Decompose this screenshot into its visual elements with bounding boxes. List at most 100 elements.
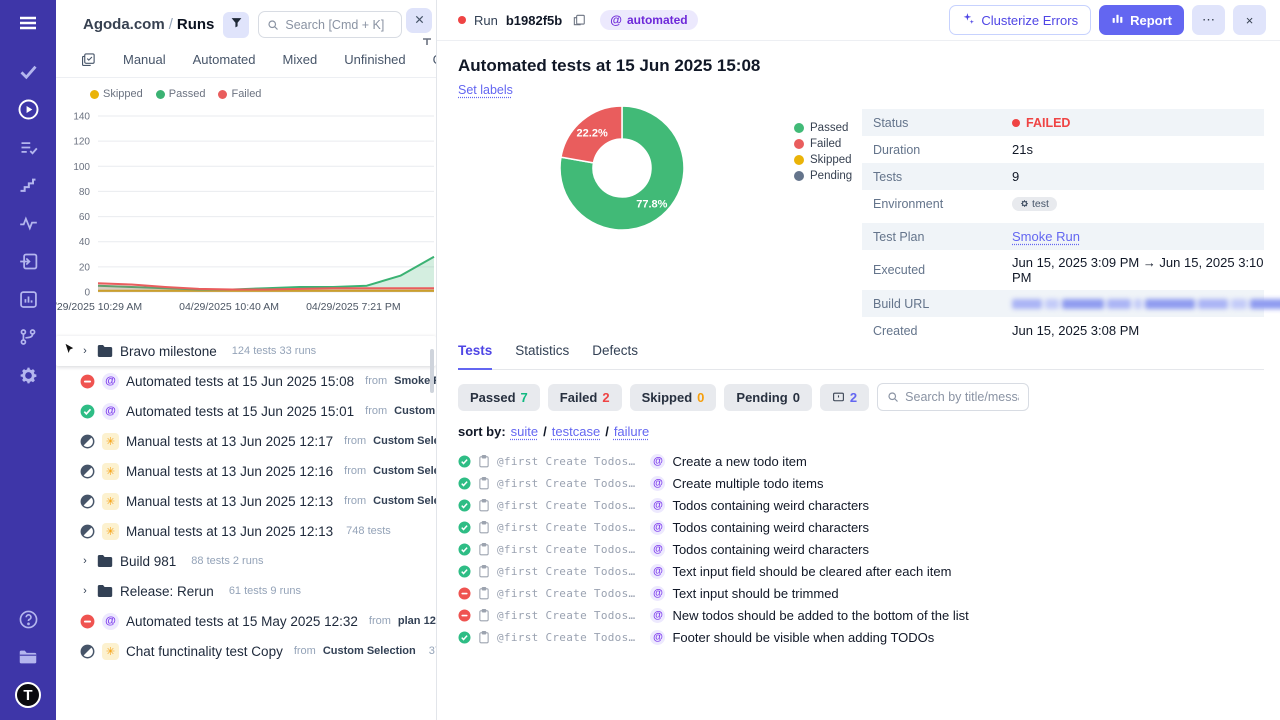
- search-icon: [887, 391, 899, 403]
- sort-by-failure[interactable]: failure: [614, 424, 649, 439]
- test-row[interactable]: @first Create Todos… @ Todos containing we…: [458, 516, 1280, 538]
- tab-tests[interactable]: Tests: [458, 343, 493, 370]
- legend-dot: [218, 89, 228, 99]
- legend-dot: [794, 171, 804, 181]
- run-source: Custom Selection: [394, 405, 436, 417]
- automated-badge: @ automated: [600, 10, 698, 30]
- filter-failed[interactable]: Failed 2: [547, 383, 622, 411]
- status-failed-icon: [458, 608, 471, 622]
- report-button[interactable]: Report: [1099, 5, 1184, 35]
- scrollbar-thumb[interactable]: [430, 349, 434, 393]
- test-title: Todos containing weird characters: [672, 519, 870, 535]
- runs-search[interactable]: [258, 11, 402, 38]
- status-passed-icon: [458, 454, 471, 468]
- test-row[interactable]: @first Create Todos… @ Create multiple tod…: [458, 472, 1280, 494]
- close-run-button[interactable]: ×: [1233, 5, 1266, 35]
- sidebar-branch-icon[interactable]: [0, 318, 56, 356]
- automated-test-icon: @: [650, 607, 666, 623]
- copy-icon[interactable]: [572, 13, 586, 27]
- sort-label: sort by:: [458, 424, 506, 439]
- sidebar-logo[interactable]: T: [0, 676, 56, 714]
- test-row[interactable]: @first Create Todos… @ Create a new todo i…: [458, 450, 1280, 472]
- svg-text:22.2%: 22.2%: [577, 127, 608, 139]
- close-panel-button[interactable]: [406, 8, 432, 33]
- comments-count: 2: [849, 389, 858, 405]
- sort-by-suite[interactable]: suite: [511, 424, 538, 439]
- set-labels-link[interactable]: Set labels: [458, 83, 513, 97]
- tab-mixed[interactable]: Mixed: [283, 52, 318, 67]
- run-group-row[interactable]: › Build 981 88 tests 2 runs: [56, 546, 436, 576]
- clipboard-icon: [478, 454, 490, 468]
- svg-text:04/29/2025 10:40 AM: 04/29/2025 10:40 AM: [179, 301, 279, 313]
- run-row[interactable]: ✳ Manual tests at 13 Jun 2025 12:13 from Cu…: [56, 486, 436, 516]
- filter-pending[interactable]: Pending 0: [724, 383, 812, 411]
- test-suite: @first Create Todos…: [497, 630, 636, 644]
- test-suite: @first Create Todos…: [497, 586, 636, 600]
- run-name: Automated tests at 15 May 2025 12:32: [126, 613, 358, 629]
- sidebar-gear-icon[interactable]: [0, 356, 56, 394]
- tab-manual[interactable]: Manual: [123, 52, 166, 67]
- run-group-row[interactable]: › Bravo milestone 124 tests 33 runs: [56, 336, 436, 366]
- sidebar-pulse-icon[interactable]: [0, 204, 56, 242]
- at-icon: @: [610, 13, 622, 27]
- sidebar-check-icon[interactable]: [0, 52, 56, 90]
- tests-search[interactable]: [877, 383, 1030, 411]
- search-input[interactable]: [285, 17, 393, 32]
- run-row[interactable]: ✳ Manual tests at 13 Jun 2025 12:17 from Cu…: [56, 426, 436, 456]
- run-row[interactable]: @ Automated tests at 15 May 2025 12:32 fro…: [56, 606, 436, 636]
- clipboard-icon: [478, 542, 490, 556]
- sidebar-play-circle-icon[interactable]: [0, 90, 56, 128]
- run-row[interactable]: @ Automated tests at 15 Jun 2025 15:08 fro…: [56, 366, 436, 396]
- sidebar-steps-icon[interactable]: [0, 166, 56, 204]
- test-title: Create a new todo item: [672, 453, 807, 469]
- test-row[interactable]: @first Create Todos… @ Todos containing we…: [458, 494, 1280, 516]
- sidebar-help-icon[interactable]: [0, 600, 56, 638]
- tests-search-input[interactable]: [905, 390, 1020, 404]
- tab-unfinished[interactable]: Unfinished: [344, 52, 405, 67]
- sidebar-menu-icon[interactable]: [0, 0, 56, 46]
- sidebar-analytics-icon[interactable]: [0, 280, 56, 318]
- filter-count: 2: [602, 389, 610, 405]
- filter-skipped[interactable]: Skipped 0: [629, 383, 717, 411]
- more-button[interactable]: ⋯: [1192, 5, 1225, 35]
- tab-automated[interactable]: Automated: [193, 52, 256, 67]
- chevron-right-icon[interactable]: ›: [80, 345, 90, 357]
- chevron-right-icon[interactable]: ›: [80, 585, 90, 597]
- test-row[interactable]: @first Create Todos… @ Footer should be vi…: [458, 626, 1280, 648]
- tab-defects[interactable]: Defects: [592, 343, 638, 369]
- status-failed-icon: [80, 614, 95, 629]
- clipboard-icon: [478, 476, 490, 490]
- run-row[interactable]: ✳ Chat functinality test Copy from Custom S…: [56, 636, 436, 666]
- svg-text:77.8%: 77.8%: [636, 199, 667, 211]
- pin-icon[interactable]: [422, 33, 435, 51]
- test-row[interactable]: @first Create Todos… @ New todos should be…: [458, 604, 1280, 626]
- filter-passed[interactable]: Passed 7: [458, 383, 540, 411]
- clusterize-errors-button[interactable]: Clusterize Errors: [949, 5, 1092, 35]
- clipboard-icon: [478, 498, 490, 512]
- test-row[interactable]: @first Create Todos… @ Todos containing we…: [458, 538, 1280, 560]
- sidebar-library-icon[interactable]: [0, 638, 56, 676]
- test-row[interactable]: @first Create Todos… @ Text input field sh…: [458, 560, 1280, 582]
- run-row[interactable]: @ Automated tests at 15 Jun 2025 15:01 fro…: [56, 396, 436, 426]
- svg-text:0: 0: [84, 288, 90, 299]
- sort-by-testcase[interactable]: testcase: [552, 424, 600, 439]
- status-failed-icon: [458, 586, 471, 600]
- tab-statistics[interactable]: Statistics: [515, 343, 569, 369]
- test-title: New todos should be added to the bottom …: [672, 607, 969, 623]
- sidebar-list-check-icon[interactable]: [0, 128, 56, 166]
- tests-list: @first Create Todos… @ Create a new todo i…: [458, 450, 1280, 648]
- run-row[interactable]: ✳ Manual tests at 13 Jun 2025 12:16 from Cu…: [56, 456, 436, 486]
- sidebar-import-icon[interactable]: [0, 242, 56, 280]
- test-plan-link[interactable]: Smoke Run: [1012, 229, 1080, 244]
- automated-test-icon: @: [650, 541, 666, 557]
- run-row[interactable]: ✳ Manual tests at 13 Jun 2025 12:13 748 te…: [56, 516, 436, 546]
- info-label: Executed: [873, 263, 926, 277]
- run-overview: 77.8% 22.2% Passed Failed Skipped Pending St…: [437, 103, 1280, 341]
- chevron-right-icon[interactable]: ›: [80, 555, 90, 567]
- filter-button[interactable]: [223, 11, 250, 38]
- sort-row: sort by: suite / testcase / failure: [458, 424, 650, 439]
- automated-test-icon: @: [650, 475, 666, 491]
- comments-filter[interactable]: 2: [819, 383, 870, 411]
- run-group-row[interactable]: › Release: Rerun 61 tests 9 runs: [56, 576, 436, 606]
- test-row[interactable]: @first Create Todos… @ Text input should b…: [458, 582, 1280, 604]
